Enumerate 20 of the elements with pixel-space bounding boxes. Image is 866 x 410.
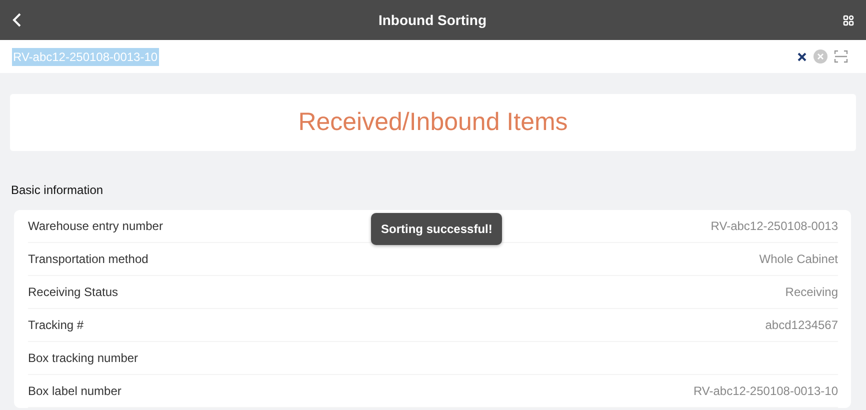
field-label: Receiving Status — [28, 284, 118, 301]
toast-message: Sorting successful! — [371, 213, 502, 245]
field-value: Whole Cabinet — [759, 251, 838, 268]
field-label: Tracking # — [28, 317, 84, 334]
field-value: abcd1234567 — [765, 317, 838, 334]
back-icon[interactable] — [12, 13, 22, 27]
field-value: RV-abc12-250108-0013-10 — [693, 383, 838, 400]
field-label: Box tracking number — [28, 350, 138, 367]
search-field[interactable]: RV-abc12-250108-0013-10 — [12, 48, 159, 66]
field-label: Transportation method — [28, 251, 148, 268]
field-value: Receiving — [785, 284, 838, 301]
banner-title: Received/Inbound Items — [298, 106, 568, 138]
field-label: Warehouse entry number — [28, 218, 163, 235]
close-icon[interactable] — [797, 52, 807, 62]
page-title: Inbound Sorting — [378, 10, 487, 30]
field-label: Box label number — [28, 383, 122, 400]
section-title: Basic information — [11, 182, 104, 199]
grid-icon[interactable] — [843, 14, 854, 26]
field-value: RV-abc12-250108-0013 — [710, 218, 838, 235]
scan-icon[interactable] — [834, 50, 848, 63]
